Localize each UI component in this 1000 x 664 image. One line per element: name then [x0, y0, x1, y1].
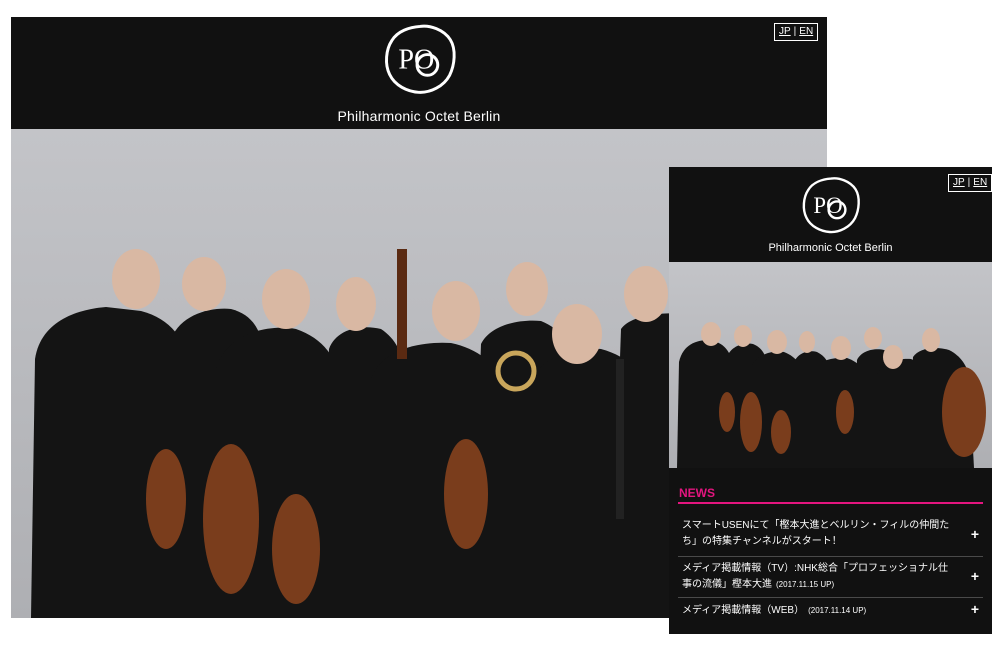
news-item[interactable]: メディア掲載情報（WEB） (2017.11.14 UP) + [678, 598, 983, 622]
mobile-lang-separator: | [967, 177, 971, 188]
news-section: NEWS スマートUSENにて「樫本大進とベルリン・フィルの仲間たち」の特集チャ… [669, 468, 992, 634]
mobile-site-mockup: PO Philharmonic Octet Berlin JP | EN NEW… [669, 167, 992, 634]
news-heading: NEWS [679, 486, 715, 500]
plus-icon[interactable]: + [971, 526, 979, 542]
plus-icon[interactable]: + [971, 601, 979, 617]
news-item-text: スマートUSENにて「樫本大進とベルリン・フィルの仲間たち」の特集チャンネルがス… [682, 520, 950, 547]
lang-en-link[interactable]: EN [799, 26, 813, 37]
mobile-group-photo-image [677, 322, 986, 468]
svg-text:PO: PO [398, 45, 434, 76]
site-header: PO Philharmonic Octet Berlin JP | EN [11, 17, 827, 129]
news-item[interactable]: メディア掲載情報（TV）:NHK総合「プロフェッショナル仕事の流儀」樫本大進 (2… [678, 557, 983, 598]
language-switcher: JP | EN [774, 23, 819, 41]
mobile-lang-jp-link[interactable]: JP [953, 177, 965, 188]
mobile-logo-icon[interactable]: PO [801, 175, 861, 235]
news-divider [678, 502, 983, 504]
mobile-lang-en-link[interactable]: EN [973, 177, 987, 188]
mobile-language-switcher: JP | EN [948, 174, 992, 192]
news-item[interactable]: スマートUSENにて「樫本大進とベルリン・フィルの仲間たち」の特集チャンネルがス… [678, 512, 983, 557]
svg-text:PO: PO [813, 193, 842, 218]
lang-separator: | [793, 26, 797, 37]
news-item-text: メディア掲載情報（TV）:NHK総合「プロフェッショナル仕事の流儀」樫本大進 (2… [682, 563, 948, 590]
lang-jp-link[interactable]: JP [779, 26, 791, 37]
news-item-date: (2017.11.14 UP) [808, 606, 867, 615]
mobile-header: PO Philharmonic Octet Berlin JP | EN [669, 167, 992, 262]
mobile-site-title: Philharmonic Octet Berlin [768, 242, 893, 254]
site-title: Philharmonic Octet Berlin [337, 108, 501, 124]
news-item-text: メディア掲載情報（WEB） (2017.11.14 UP) [682, 605, 867, 616]
logo-icon[interactable]: PO [383, 22, 457, 96]
plus-icon[interactable]: + [971, 568, 979, 584]
mobile-hero-photo [669, 262, 992, 468]
news-item-date: (2017.11.15 UP) [776, 580, 835, 589]
